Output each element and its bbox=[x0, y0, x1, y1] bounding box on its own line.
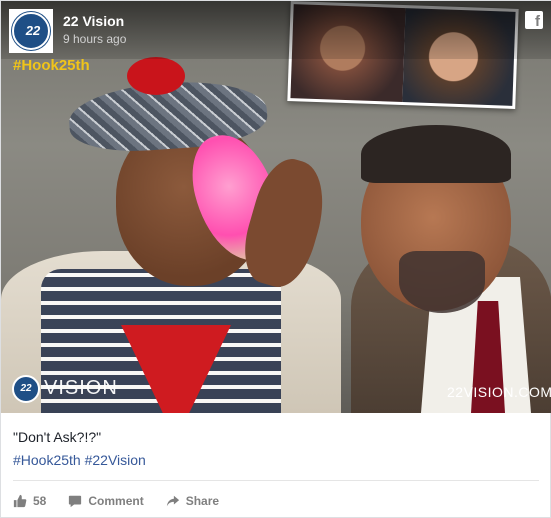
comment-button[interactable]: Comment bbox=[68, 494, 144, 508]
page-name-link[interactable]: 22 Vision bbox=[63, 13, 124, 29]
post-timestamp[interactable]: 9 hours ago bbox=[63, 32, 126, 46]
divider bbox=[13, 480, 539, 481]
like-count: 58 bbox=[33, 494, 47, 508]
share-button[interactable]: Share bbox=[166, 494, 219, 508]
facebook-post-card: 22 22 Vision 9 hours ago f #Hook25th 22 … bbox=[0, 0, 551, 518]
page-avatar[interactable]: 22 bbox=[9, 9, 53, 53]
red-pompom bbox=[127, 57, 185, 95]
watermark-logo-icon: 22 bbox=[12, 375, 40, 403]
post-photo[interactable]: 22 22 Vision 9 hours ago f #Hook25th 22 … bbox=[1, 1, 551, 413]
like-button[interactable]: 58 bbox=[13, 494, 46, 508]
hashtag-link-22vision[interactable]: #22Vision bbox=[85, 452, 146, 468]
comment-label: Comment bbox=[88, 494, 144, 508]
photo-hashtag-overlay: #Hook25th bbox=[13, 57, 90, 74]
watermark-text: VISION bbox=[44, 377, 118, 399]
comment-icon bbox=[69, 495, 82, 508]
22vision-logo-icon: 22 bbox=[12, 12, 50, 50]
post-hashtags: #Hook25th #22Vision bbox=[13, 452, 146, 468]
watermark-site: 22VISION.COM bbox=[447, 384, 551, 400]
share-label: Share bbox=[185, 494, 220, 508]
post-actions: 58 Comment Share bbox=[13, 491, 241, 511]
right-man-beard bbox=[399, 251, 485, 313]
post-header: 22 22 Vision 9 hours ago f bbox=[1, 1, 551, 59]
right-man-hair bbox=[361, 125, 511, 183]
facebook-icon[interactable]: f bbox=[525, 11, 543, 29]
post-caption: "Don't Ask?!?" bbox=[13, 429, 102, 445]
share-arrow-icon bbox=[166, 495, 179, 507]
hashtag-link-hook25th[interactable]: #Hook25th bbox=[13, 452, 81, 468]
thumbs-up-icon bbox=[13, 494, 27, 508]
